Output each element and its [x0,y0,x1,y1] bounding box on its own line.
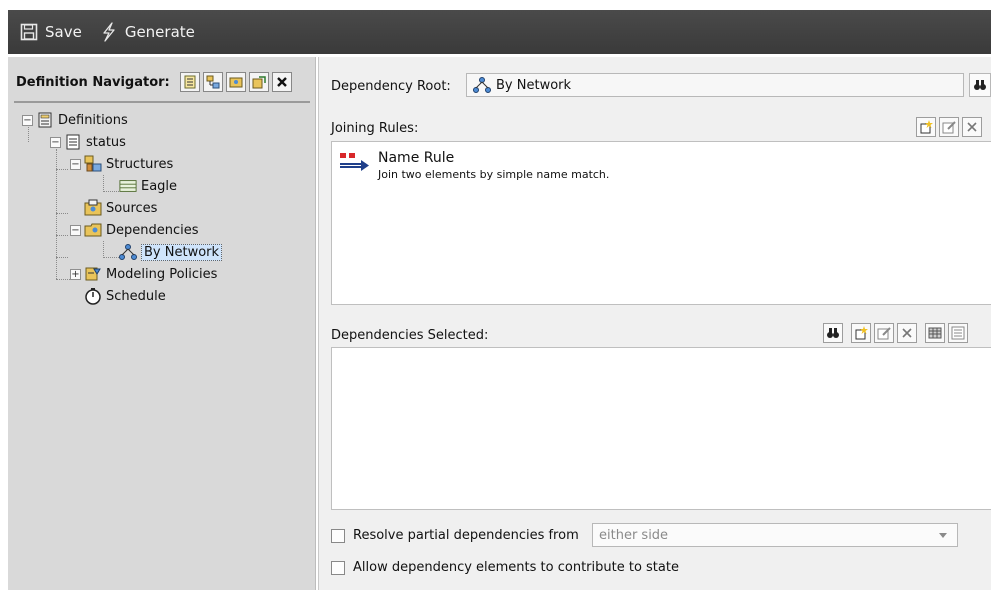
delete-icon [967,122,977,132]
nav-tool-close-icon[interactable] [271,72,292,92]
new-dependency-button[interactable] [851,323,871,343]
tree-node-dependencies[interactable]: − Dependencies [70,219,199,241]
structures-icon [84,155,102,173]
rule-description: Join two elements by simple name match. [378,168,610,181]
list-icon [951,326,965,340]
tree-label-eagle: Eagle [141,178,178,194]
resolve-partial-label: Resolve partial dependencies from [353,528,579,543]
new-rule-button[interactable] [916,117,936,137]
nav-tool-list-icon[interactable] [179,72,200,92]
generate-icon [103,22,115,42]
grid-icon [928,327,942,339]
allow-contribute-checkbox[interactable] [331,560,345,575]
list-view-button[interactable] [948,323,968,343]
resolve-side-select[interactable]: either side [592,523,958,547]
save-label: Save [45,23,82,41]
tree-label-structures: Structures [106,156,174,172]
dependency-root-value: By Network [496,77,572,93]
rule-name: Name Rule [378,150,455,166]
binoculars-icon [827,328,839,338]
resolve-side-value: either side [599,527,669,543]
network-icon [473,77,491,93]
chevron-down-icon [939,533,947,538]
expand-icon[interactable]: + [70,268,81,280]
resolve-partial-checkbox[interactable] [331,528,345,543]
dependency-root-label: Dependency Root: [331,79,451,94]
tree-label-definitions: Definitions [58,112,128,128]
delete-icon [902,328,912,338]
definition-navigator: Definition Navigator: − Definitions − st… [8,57,316,590]
network-icon [119,243,137,261]
tree-node-eagle[interactable]: Eagle [119,175,177,197]
find-dependency-button[interactable] [823,323,843,343]
grid-view-button[interactable] [925,323,945,343]
new-icon [920,120,933,134]
save-icon [20,23,38,41]
tree-node-sources[interactable]: Sources [70,197,157,219]
tree-label-sources: Sources [106,200,158,216]
tree-node-definitions[interactable]: − Definitions [22,109,128,131]
tree-label-dependencies: Dependencies [106,222,199,238]
modeling-policies-icon [84,265,102,283]
tree-label-by-network: By Network [141,243,223,261]
new-icon [855,326,868,340]
tree-label-schedule: Schedule [106,288,166,304]
joining-rules-label: Joining Rules: [331,121,419,136]
allow-contribute-label: Allow dependency elements to contribute … [353,560,679,575]
dependency-root-search-button[interactable] [969,73,991,97]
list-item[interactable]: Name Rule Join two elements by simple na… [338,150,609,181]
dependencies-icon [84,221,102,239]
collapse-icon[interactable]: − [50,136,61,148]
schedule-icon [84,287,102,305]
tree-node-structures[interactable]: − Structures [70,153,173,175]
nav-tool-source-icon[interactable] [225,72,246,92]
allow-contribute-row: Allow dependency elements to contribute … [331,560,679,575]
definitions-icon [36,111,54,129]
dependencies-selected-label: Dependencies Selected: [331,328,489,343]
status-icon [64,133,82,151]
tree-label-modeling-policies: Modeling Policies [106,266,218,282]
tree-label-status: status [86,134,126,150]
dependency-panel: Dependency Root: By Network Joining Rule… [318,57,991,590]
navigator-header: Definition Navigator: [14,63,310,103]
tree-node-schedule[interactable]: Schedule [84,285,166,307]
sources-icon [84,199,102,217]
navigator-title: Definition Navigator: [16,74,170,90]
table-icon [119,177,137,195]
delete-rule-button[interactable] [962,117,982,137]
nav-tool-structure-icon[interactable] [202,72,223,92]
collapse-icon[interactable]: − [70,158,81,170]
generate-button[interactable]: Generate [94,17,201,47]
edit-icon [877,327,891,340]
navigator-tools [179,72,295,92]
binoculars-icon [974,80,986,90]
tree-node-by-network[interactable]: By Network [119,241,223,263]
dependency-root-field[interactable]: By Network [466,73,964,97]
toolbar: Save Generate [8,10,991,54]
edit-rule-button[interactable] [939,117,959,137]
dependencies-selected-list[interactable] [331,347,991,510]
edit-icon [942,121,956,134]
resolve-partial-row: Resolve partial dependencies from [331,528,579,543]
delete-dependency-button[interactable] [897,323,917,343]
tree-node-modeling-policies[interactable]: + Modeling Policies [70,263,217,285]
tree-node-status[interactable]: − status [50,131,126,153]
collapse-icon[interactable]: − [70,224,81,236]
save-button[interactable]: Save [14,17,88,47]
rule-arrow-icon [340,153,369,171]
generate-label: Generate [124,23,195,41]
joining-rules-list: Name Rule Join two elements by simple na… [331,141,991,305]
edit-dependency-button[interactable] [874,323,894,343]
collapse-icon[interactable]: − [22,114,33,126]
nav-tool-export-icon[interactable] [248,72,269,92]
